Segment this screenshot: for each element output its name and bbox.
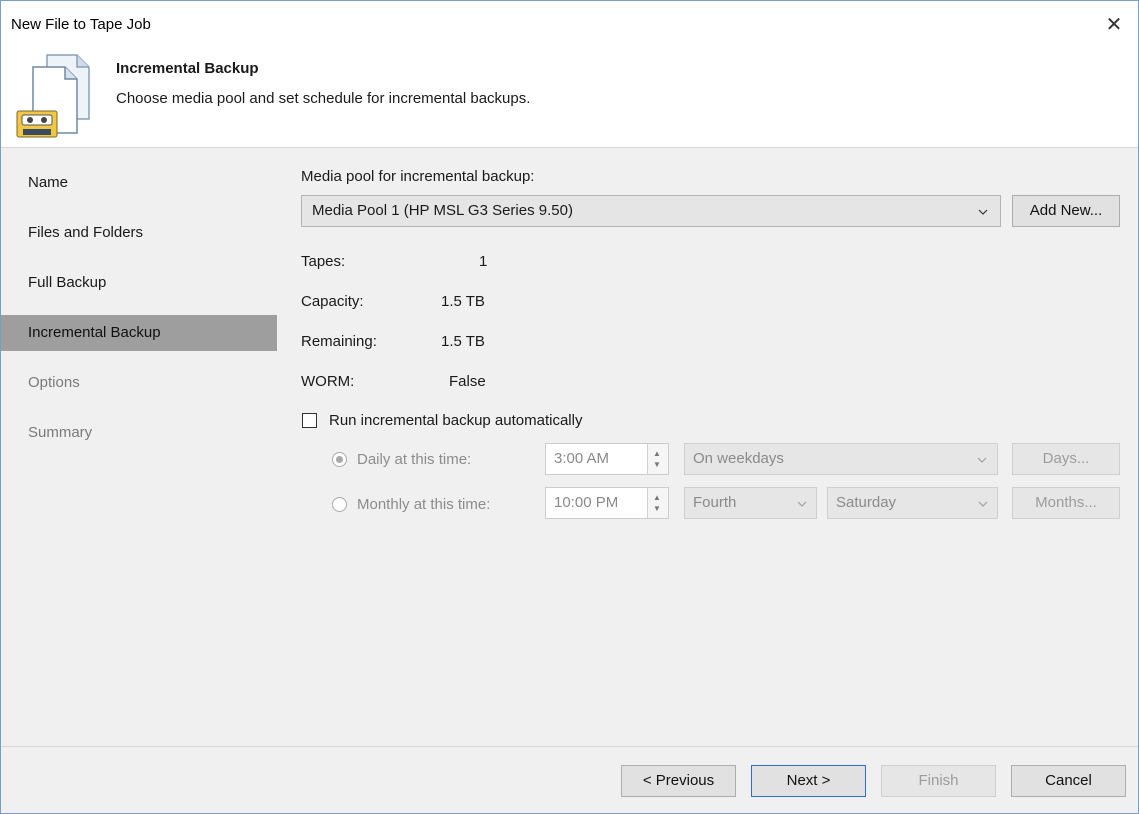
daily-time-stepper[interactable]: 3:00 AM ▲ ▼: [545, 443, 669, 475]
tape-job-icon: [16, 54, 90, 138]
worm-label: WORM:: [301, 373, 355, 390]
monthly-time-spinner[interactable]: ▲ ▼: [647, 488, 668, 518]
monthly-week-value: Fourth: [693, 494, 737, 511]
worm-value: False: [449, 373, 486, 390]
daily-time-spinner[interactable]: ▲ ▼: [647, 444, 668, 474]
monthly-time-value: 10:00 PM: [554, 494, 619, 511]
media-pool-value: Media Pool 1 (HP MSL G3 Series 9.50): [312, 202, 573, 219]
main-content: Media pool for incremental backup: Media…: [283, 148, 1138, 746]
daily-label: Daily at this time:: [357, 451, 472, 468]
wizard-footer: < Previous Next > Finish Cancel: [1, 747, 1138, 813]
wizard-steps-sidebar: Name Files and Folders Full Backup Incre…: [1, 148, 283, 746]
run-automatically-label[interactable]: Run incremental backup automatically: [329, 412, 582, 429]
sidebar-item-options: Options: [28, 374, 80, 391]
title-bar: New File to Tape Job ✕: [1, 1, 1138, 45]
daily-time-value: 3:00 AM: [554, 450, 610, 467]
tapes-label: Tapes:: [301, 253, 346, 270]
spin-up-icon: ▲: [653, 493, 661, 502]
daily-period-value: On weekdays: [693, 450, 784, 467]
previous-button[interactable]: < Previous: [621, 765, 736, 797]
radio-selected-dot: [336, 456, 343, 463]
days-button[interactable]: Days...: [1012, 443, 1120, 475]
capacity-label: Capacity:: [301, 293, 364, 310]
run-automatically-checkbox[interactable]: [302, 413, 317, 428]
sidebar-item-files-and-folders[interactable]: Files and Folders: [1, 215, 277, 251]
finish-button: Finish: [881, 765, 996, 797]
window-title: New File to Tape Job: [11, 16, 151, 33]
wizard-window: New File to Tape Job ✕ Incremental Backu…: [0, 0, 1139, 814]
chevron-down-icon: [978, 501, 988, 507]
tapes-value: 1: [479, 253, 488, 270]
monthly-time-stepper[interactable]: 10:00 PM ▲ ▼: [545, 487, 669, 519]
sidebar-item-name[interactable]: Name: [1, 165, 277, 201]
chevron-down-icon: [978, 209, 988, 215]
page-title: Incremental Backup: [116, 60, 259, 77]
months-button[interactable]: Months...: [1012, 487, 1120, 519]
spin-up-icon: ▲: [653, 449, 661, 458]
sidebar-item-summary: Summary: [28, 424, 93, 441]
monthly-day-value: Saturday: [836, 494, 897, 511]
media-pool-label: Media pool for incremental backup:: [301, 168, 535, 185]
next-button[interactable]: Next >: [751, 765, 866, 797]
close-icon: ✕: [1105, 14, 1123, 36]
spin-down-icon: ▼: [653, 460, 661, 469]
add-new-button[interactable]: Add New...: [1012, 195, 1120, 227]
monthly-label: Monthly at this time:: [357, 496, 491, 513]
remaining-label: Remaining:: [301, 333, 377, 350]
cancel-button[interactable]: Cancel: [1011, 765, 1126, 797]
monthly-week-select[interactable]: Fourth: [684, 487, 817, 519]
daily-radio[interactable]: [332, 452, 347, 467]
media-pool-select[interactable]: Media Pool 1 (HP MSL G3 Series 9.50): [301, 195, 1001, 227]
page-subtitle: Choose media pool and set schedule for i…: [116, 90, 531, 107]
wizard-header: Incremental Backup Choose media pool and…: [1, 45, 1138, 148]
spin-down-icon: ▼: [653, 504, 661, 513]
daily-period-select[interactable]: On weekdays: [684, 443, 998, 475]
sidebar-item-incremental-backup[interactable]: Incremental Backup: [1, 315, 277, 351]
chevron-down-icon: [977, 457, 987, 463]
close-button[interactable]: ✕: [1096, 9, 1132, 41]
remaining-value: 1.5 TB: [441, 333, 485, 350]
sidebar-item-full-backup[interactable]: Full Backup: [1, 265, 277, 301]
monthly-day-select[interactable]: Saturday: [827, 487, 998, 519]
chevron-down-icon: [797, 501, 807, 507]
monthly-radio[interactable]: [332, 497, 347, 512]
capacity-value: 1.5 TB: [441, 293, 485, 310]
